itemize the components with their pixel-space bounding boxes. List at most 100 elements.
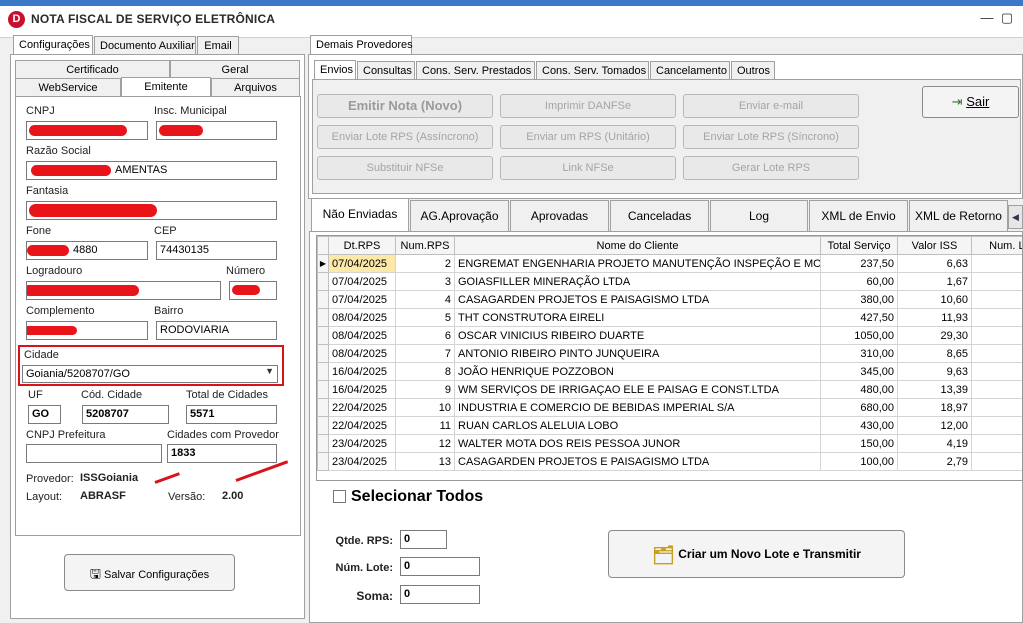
col-valor-iss-cell: 12,00 (897, 416, 972, 435)
col-dt-rps-cell: 08/04/2025 (328, 344, 396, 363)
numero-label: Número (226, 265, 266, 277)
table-row[interactable]: 08/04/2025 5 THT CONSTRUTORA EIRELI 427,50 1… (317, 308, 1022, 327)
col-total-servico-cell: 1050,00 (820, 326, 898, 345)
cep-label: CEP (154, 225, 177, 237)
qtde-rps-field[interactable]: 0 (400, 530, 447, 549)
cidades-provedor-field[interactable]: 1833 (167, 444, 277, 463)
tab-cons-serv-tomados[interactable]: Cons. Serv. Tomados (536, 61, 649, 79)
table-row[interactable]: 23/04/2025 13 CASAGARDEN PROJETOS E PAISAG… (317, 452, 1022, 471)
num-lote-field[interactable]: 0 (400, 557, 480, 576)
tab-email[interactable]: Email (197, 36, 239, 55)
tab-xml-envio[interactable]: XML de Envio (809, 200, 908, 232)
table-row[interactable]: 16/04/2025 9 WM SERVIÇOS DE IRRIGAÇAO ELE … (317, 380, 1022, 399)
tab-cons-serv-prestados[interactable]: Cons. Serv. Prestados (416, 61, 535, 79)
imprimir-danfse-button[interactable]: Imprimir DANFSe (500, 94, 676, 118)
uf-field[interactable]: GO (28, 405, 61, 424)
gerar-lote-rps-button[interactable]: Gerar Lote RPS (683, 156, 859, 180)
total-cidades-field[interactable]: 5571 (186, 405, 277, 424)
tab-envios[interactable]: Envios (314, 60, 356, 80)
col-dt-rps-header[interactable]: Dt.RPS (328, 236, 396, 255)
maximize-button[interactable]: ▢ (996, 8, 1018, 28)
chevron-down-icon[interactable]: ▼ (265, 366, 274, 376)
complemento-label: Complemento (26, 305, 95, 317)
substituir-nfse-button[interactable]: Substituir NFSe (317, 156, 493, 180)
link-nfse-button[interactable]: Link NFSe (500, 156, 676, 180)
provedor-label: Provedor: (26, 473, 74, 485)
col-valor-iss-cell: 6,63 (897, 254, 972, 273)
tab-cancelamento[interactable]: Cancelamento (650, 61, 730, 79)
table-row[interactable]: ▶ 07/04/2025 2 ENGREMAT ENGENHARIA PROJETO … (317, 254, 1022, 273)
col-num-rps-cell: 11 (395, 416, 455, 435)
tab-canceladas[interactable]: Canceladas (610, 200, 709, 232)
criar-lote-button[interactable]: 🗂 Criar um Novo Lote e Transmitir (608, 530, 905, 578)
col-valor-iss-header[interactable]: Valor ISS (897, 236, 972, 255)
select-all-checkbox[interactable] (333, 490, 346, 503)
save-config-button[interactable]: 🖫 Salvar Configurações (64, 554, 235, 591)
cep-field[interactable]: 74430135 (156, 241, 277, 260)
col-num-lote-cell (971, 254, 1022, 273)
tab-documento-auxiliar[interactable]: Documento Auxiliar (94, 36, 196, 55)
subtab-webservice[interactable]: WebService (15, 78, 121, 96)
tab-log[interactable]: Log (710, 200, 808, 232)
col-num-rps-header[interactable]: Num.RPS (395, 236, 455, 255)
table-row[interactable]: 07/04/2025 4 CASAGARDEN PROJETOS E PAISAGI… (317, 290, 1022, 309)
subtab-certificado[interactable]: Certificado (15, 60, 170, 78)
tab-configuracoes[interactable]: Configurações (13, 35, 93, 55)
uf-label: UF (28, 389, 43, 401)
razao-social-value: AMENTAS (115, 164, 168, 176)
enviar-lote-sincrono-button[interactable]: Enviar Lote RPS (Síncrono) (683, 125, 859, 149)
col-num-lote-cell (971, 362, 1022, 381)
emitir-nota-button[interactable]: Emitir Nota (Novo) (317, 94, 493, 118)
numero-field[interactable] (229, 281, 277, 300)
cnpj-prefeitura-field[interactable] (26, 444, 162, 463)
col-num-lote-header[interactable]: Num. Lote (971, 236, 1022, 255)
versao-label: Versão: (168, 491, 206, 503)
bairro-field[interactable]: RODOVIARIA (156, 321, 277, 340)
enviar-email-button[interactable]: Enviar e-mail (683, 94, 859, 118)
razao-social-field[interactable]: AMENTAS (26, 161, 277, 180)
subtab-geral[interactable]: Geral (170, 60, 300, 78)
col-total-servico-header[interactable]: Total Serviço (820, 236, 898, 255)
cnpj-field[interactable] (26, 121, 148, 140)
cod-cidade-field[interactable]: 5208707 (82, 405, 169, 424)
col-nome-cliente-cell: GOIASFILLER MINERAÇÃO LTDA (454, 272, 821, 291)
cnpj-label: CNPJ (26, 105, 55, 117)
table-row[interactable]: 08/04/2025 6 OSCAR VINICIUS RIBEIRO DUARTE… (317, 326, 1022, 345)
subtab-emitente[interactable]: Emitente (121, 77, 211, 97)
insc-municipal-field[interactable] (156, 121, 277, 140)
tab-outros[interactable]: Outros (731, 61, 775, 79)
subtab-arquivos[interactable]: Arquivos (211, 78, 300, 96)
tab-nao-enviadas[interactable]: Não Enviadas (311, 198, 409, 232)
sair-button[interactable]: ⇥ Sair (922, 86, 1019, 118)
table-row[interactable]: 08/04/2025 7 ANTONIO RIBEIRO PINTO JUNQUEI… (317, 344, 1022, 363)
cnpj-prefeitura-label: CNPJ Prefeitura (26, 429, 106, 441)
fone-field[interactable]: 4880 (26, 241, 148, 260)
soma-field[interactable]: 0 (400, 585, 480, 604)
tab-consultas[interactable]: Consultas (357, 61, 415, 79)
table-row[interactable]: 22/04/2025 10 INDUSTRIA E COMERCIO DE BEBI… (317, 398, 1022, 417)
table-row[interactable]: 23/04/2025 12 WALTER MOTA DOS REIS PESSOA … (317, 434, 1022, 453)
col-total-servico-cell: 680,00 (820, 398, 898, 417)
minimize-button[interactable]: — (976, 8, 998, 28)
cidade-select[interactable]: Goiania/5208707/GO ▼ (22, 365, 278, 383)
col-num-lote-cell (971, 290, 1022, 309)
col-valor-iss-cell: 29,30 (897, 326, 972, 345)
enviar-lote-assincrono-button[interactable]: Enviar Lote RPS (Assíncrono) (317, 125, 493, 149)
rps-grid[interactable]: Dt.RPS Num.RPS Nome do Cliente Total Serviç… (316, 235, 1023, 481)
tab-demais-provedores[interactable]: Demais Provedores (310, 35, 413, 55)
logradouro-field[interactable] (26, 281, 221, 300)
complemento-field[interactable] (26, 321, 148, 340)
tab-aprovadas[interactable]: Aprovadas (510, 200, 609, 232)
col-nome-cliente-cell: ANTONIO RIBEIRO PINTO JUNQUEIRA (454, 344, 821, 363)
col-nome-cliente-header[interactable]: Nome do Cliente (454, 236, 821, 255)
table-row[interactable]: 07/04/2025 3 GOIASFILLER MINERAÇÃO LTDA 60,… (317, 272, 1022, 291)
total-cidades-label: Total de Cidades (186, 389, 268, 401)
table-row[interactable]: 16/04/2025 8 JOÃO HENRIQUE POZZOBON 345,00 9… (317, 362, 1022, 381)
enviar-rps-unitario-button[interactable]: Enviar um RPS (Unitário) (500, 125, 676, 149)
col-num-lote-cell (971, 398, 1022, 417)
table-row[interactable]: 22/04/2025 11 RUAN CARLOS ALELUIA LOBO 430,… (317, 416, 1022, 435)
tab-scroll-left-icon[interactable]: ◀ (1008, 205, 1023, 229)
tab-ag-aprovacao[interactable]: AG.Aprovação (410, 200, 509, 232)
fantasia-field[interactable] (26, 201, 277, 220)
tab-xml-retorno[interactable]: XML de Retorno (909, 200, 1008, 232)
